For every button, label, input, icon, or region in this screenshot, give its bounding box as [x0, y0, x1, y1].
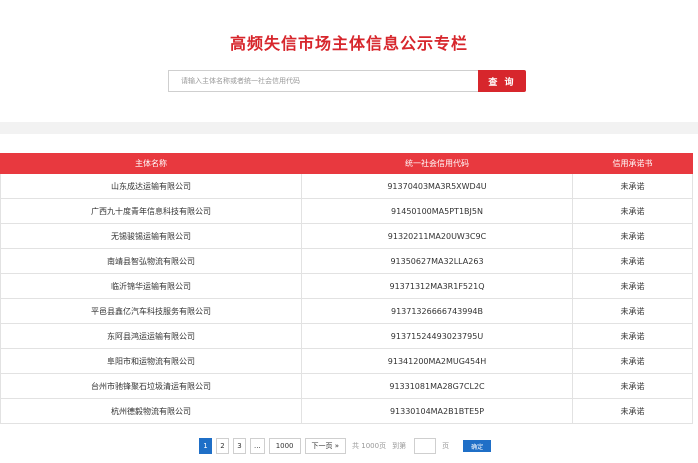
- pledge-status-cell: 未承诺: [572, 373, 693, 399]
- table-row: 广西九十度青年信息科技有限公司 91450100MA5PT1BJ5N 未承诺: [0, 198, 693, 224]
- table-row: 台州市驰锋聚石垃圾清运有限公司 91331081MA28G7CL2C 未承诺: [0, 373, 693, 399]
- credit-code-cell: 91371326666743994B: [301, 298, 573, 324]
- search-button[interactable]: 查 询: [478, 70, 526, 92]
- credit-code-cell: 91341200MA2MUG454H: [301, 348, 573, 374]
- entity-name-cell[interactable]: 杭州德毅物流有限公司: [0, 398, 302, 424]
- credit-code-cell: 91371524493023795U: [301, 323, 573, 349]
- pledge-status-cell: 未承诺: [572, 398, 693, 424]
- column-header-code: 统一社会信用代码: [301, 153, 573, 174]
- results-table: 主体名称 统一社会信用代码 信用承诺书 山东成达运输有限公司 91370403M…: [0, 153, 693, 424]
- pledge-status-cell: 未承诺: [572, 298, 693, 324]
- search-input[interactable]: [168, 70, 478, 92]
- total-pages-label: 共 1000页: [352, 442, 387, 450]
- pagination: 1 2 3 ... 1000 下一页 » 共 1000页 到第 页 确定: [199, 438, 492, 454]
- table-row: 东阿县鸿运运输有限公司 91371524493023795U 未承诺: [0, 323, 693, 349]
- table-row: 临沂锦华运输有限公司 91371312MA3R1F521Q 未承诺: [0, 273, 693, 299]
- column-header-status: 信用承诺书: [572, 153, 693, 174]
- credit-code-cell: 91320211MA20UW3C9C: [301, 223, 573, 249]
- table-row: 平邑县鑫亿汽车科技服务有限公司 91371326666743994B 未承诺: [0, 298, 693, 324]
- table-row: 杭州德毅物流有限公司 91330104MA2B1BTE5P 未承诺: [0, 398, 693, 424]
- page-button-2[interactable]: 2: [216, 438, 229, 454]
- confirm-page-button[interactable]: 确定: [463, 440, 492, 452]
- credit-code-cell: 91371312MA3R1F521Q: [301, 273, 573, 299]
- pledge-status-cell: 未承诺: [572, 248, 693, 274]
- pledge-status-cell: 未承诺: [572, 198, 693, 224]
- search-bar: 查 询: [168, 70, 526, 92]
- credit-code-cell: 91330104MA2B1BTE5P: [301, 398, 573, 424]
- pledge-status-cell: 未承诺: [572, 173, 693, 199]
- entity-name-cell[interactable]: 台州市驰锋聚石垃圾清运有限公司: [0, 373, 302, 399]
- entity-name-cell[interactable]: 临沂锦华运输有限公司: [0, 273, 302, 299]
- credit-code-cell: 91331081MA28G7CL2C: [301, 373, 573, 399]
- pledge-status-cell: 未承诺: [572, 273, 693, 299]
- entity-name-cell[interactable]: 阜阳市和运物流有限公司: [0, 348, 302, 374]
- pledge-status-cell: 未承诺: [572, 348, 693, 374]
- page-title: 高频失信市场主体信息公示专栏: [229, 34, 468, 53]
- credit-code-cell: 91450100MA5PT1BJ5N: [301, 198, 573, 224]
- table-header-row: 主体名称 统一社会信用代码 信用承诺书: [0, 153, 693, 174]
- next-page-button[interactable]: 下一页 »: [304, 438, 347, 454]
- goto-page-input[interactable]: [414, 438, 437, 454]
- entity-name-cell[interactable]: 南靖县智弘物流有限公司: [0, 248, 302, 274]
- entity-name-cell[interactable]: 平邑县鑫亿汽车科技服务有限公司: [0, 298, 302, 324]
- goto-page-label: 到第: [392, 442, 407, 450]
- pledge-status-cell: 未承诺: [572, 223, 693, 249]
- entity-name-cell[interactable]: 无锡骏锡运输有限公司: [0, 223, 302, 249]
- column-header-name: 主体名称: [0, 153, 302, 174]
- page-button-last[interactable]: 1000: [268, 438, 301, 454]
- page-button-3[interactable]: 3: [233, 438, 246, 454]
- page-ellipsis: ...: [250, 438, 265, 454]
- page-suffix-label: 页: [442, 442, 450, 450]
- table-row: 无锡骏锡运输有限公司 91320211MA20UW3C9C 未承诺: [0, 223, 693, 249]
- table-row: 阜阳市和运物流有限公司 91341200MA2MUG454H 未承诺: [0, 348, 693, 374]
- credit-code-cell: 91350627MA32LLA263: [301, 248, 573, 274]
- table-row: 山东成达运输有限公司 91370403MA3R5XWD4U 未承诺: [0, 173, 693, 199]
- table-row: 南靖县智弘物流有限公司 91350627MA32LLA263 未承诺: [0, 248, 693, 274]
- page-button-1[interactable]: 1: [199, 438, 212, 454]
- pledge-status-cell: 未承诺: [572, 323, 693, 349]
- entity-name-cell[interactable]: 山东成达运输有限公司: [0, 173, 302, 199]
- entity-name-cell[interactable]: 东阿县鸿运运输有限公司: [0, 323, 302, 349]
- section-divider: [0, 122, 698, 134]
- entity-name-cell[interactable]: 广西九十度青年信息科技有限公司: [0, 198, 302, 224]
- credit-code-cell: 91370403MA3R5XWD4U: [301, 173, 573, 199]
